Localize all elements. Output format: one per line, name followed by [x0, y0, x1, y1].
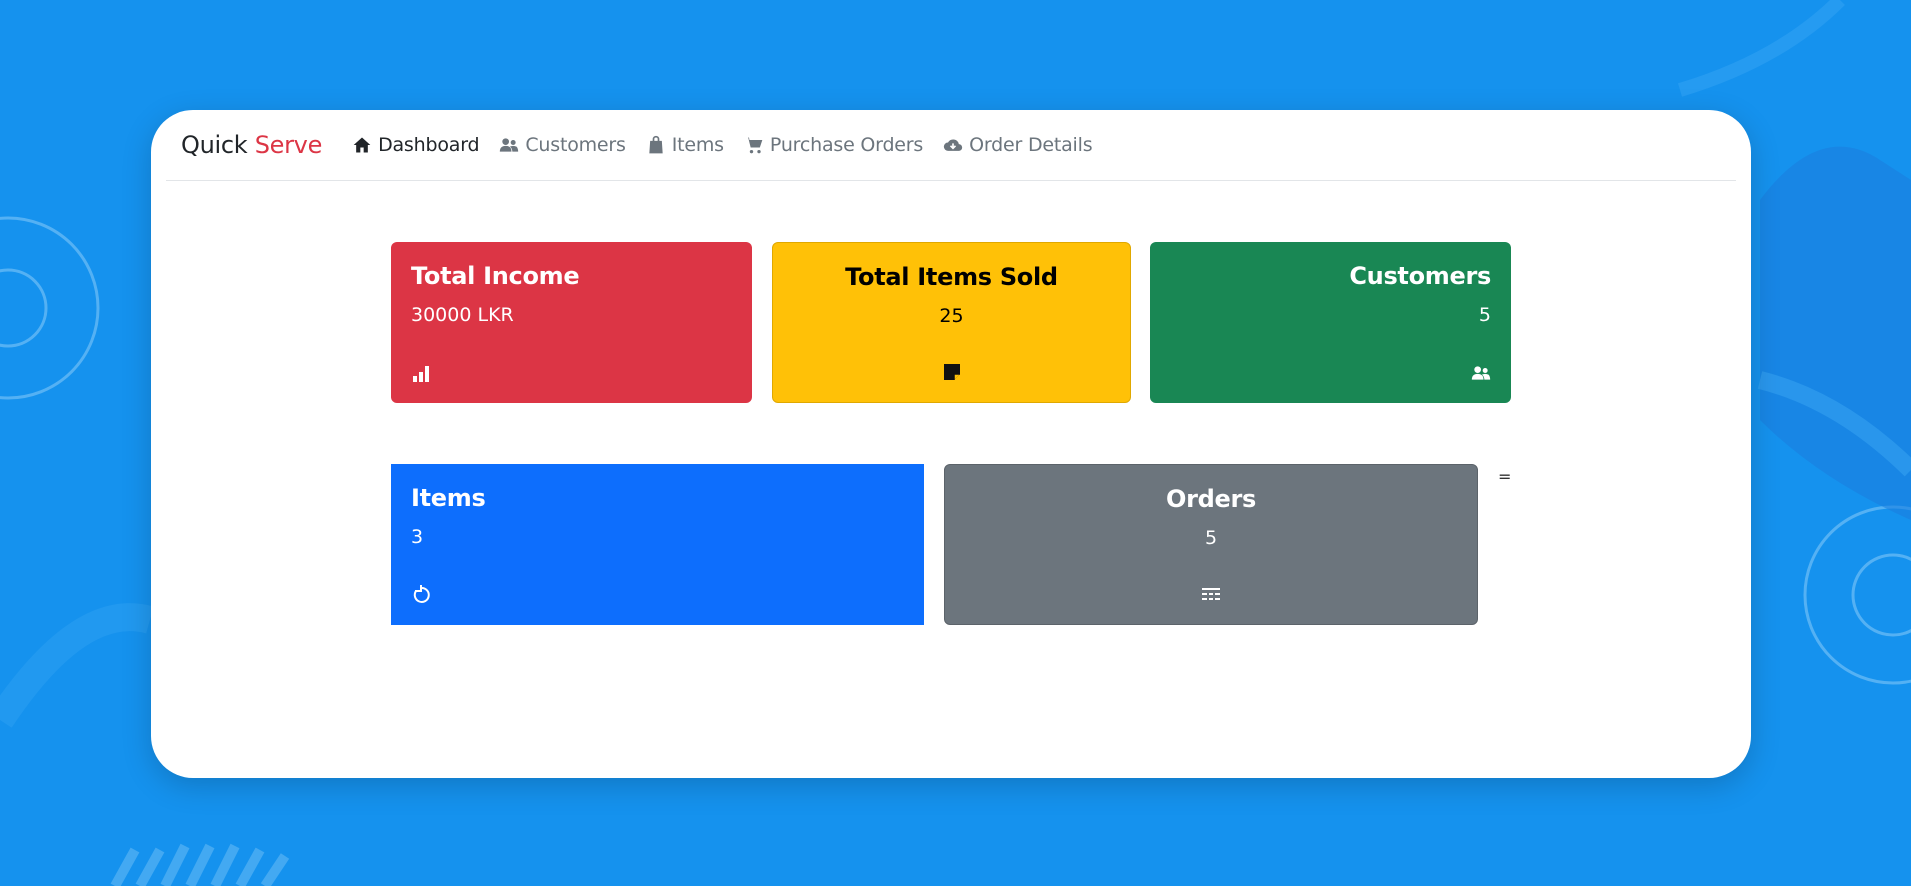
card-value: 30000 LKR [411, 304, 514, 326]
nav-label: Purchase Orders [769, 134, 924, 156]
card-title: Items [411, 484, 486, 512]
card-value: 5 [1204, 527, 1218, 549]
brand-accent: Serve [254, 131, 323, 159]
stray-text: = [1498, 467, 1512, 486]
nav-customers[interactable]: Customers [499, 134, 626, 156]
nav-label: Items [671, 134, 724, 156]
users-icon [1471, 363, 1491, 383]
sticky-note-icon [942, 362, 962, 382]
users-icon [500, 138, 519, 152]
nav-order-details[interactable]: Order Details [943, 134, 1093, 156]
nav-label: Customers [525, 134, 626, 156]
bar-chart-icon [411, 363, 431, 383]
items-card: Items 3 [391, 464, 924, 625]
card-title: Orders [1165, 485, 1257, 513]
card-value: 25 [939, 305, 964, 327]
main-card: Quick Serve Dashboard Customers Items Pu… [151, 110, 1751, 778]
card-value: 5 [1478, 304, 1491, 326]
orders-card: Orders 5 [944, 464, 1478, 625]
card-value: 3 [411, 526, 424, 548]
nav-items[interactable]: Items [646, 134, 724, 156]
cloud-download-icon [943, 139, 963, 151]
customers-card: Customers 5 [1150, 242, 1511, 403]
list-icon [1201, 584, 1221, 604]
brand-logo[interactable]: Quick Serve [181, 131, 322, 159]
brand-name: Quick [181, 131, 248, 159]
total-income-card: Total Income 30000 LKR [391, 242, 752, 403]
card-title: Total Income [411, 262, 580, 290]
nav-purchase-orders[interactable]: Purchase Orders [744, 134, 923, 156]
navbar: Quick Serve Dashboard Customers Items Pu… [166, 110, 1736, 181]
nav-label: Order Details [969, 134, 1093, 156]
card-title: Customers [1349, 262, 1491, 290]
card-title: Total Items Sold [845, 263, 1058, 291]
refresh-icon [411, 585, 431, 605]
nav-label: Dashboard [378, 134, 480, 156]
cart-icon [744, 137, 763, 154]
total-items-sold-card: Total Items Sold 25 [772, 242, 1131, 403]
shopping-bag-icon [649, 135, 663, 154]
nav-dashboard[interactable]: Dashboard [352, 134, 480, 156]
house-icon [353, 137, 371, 153]
